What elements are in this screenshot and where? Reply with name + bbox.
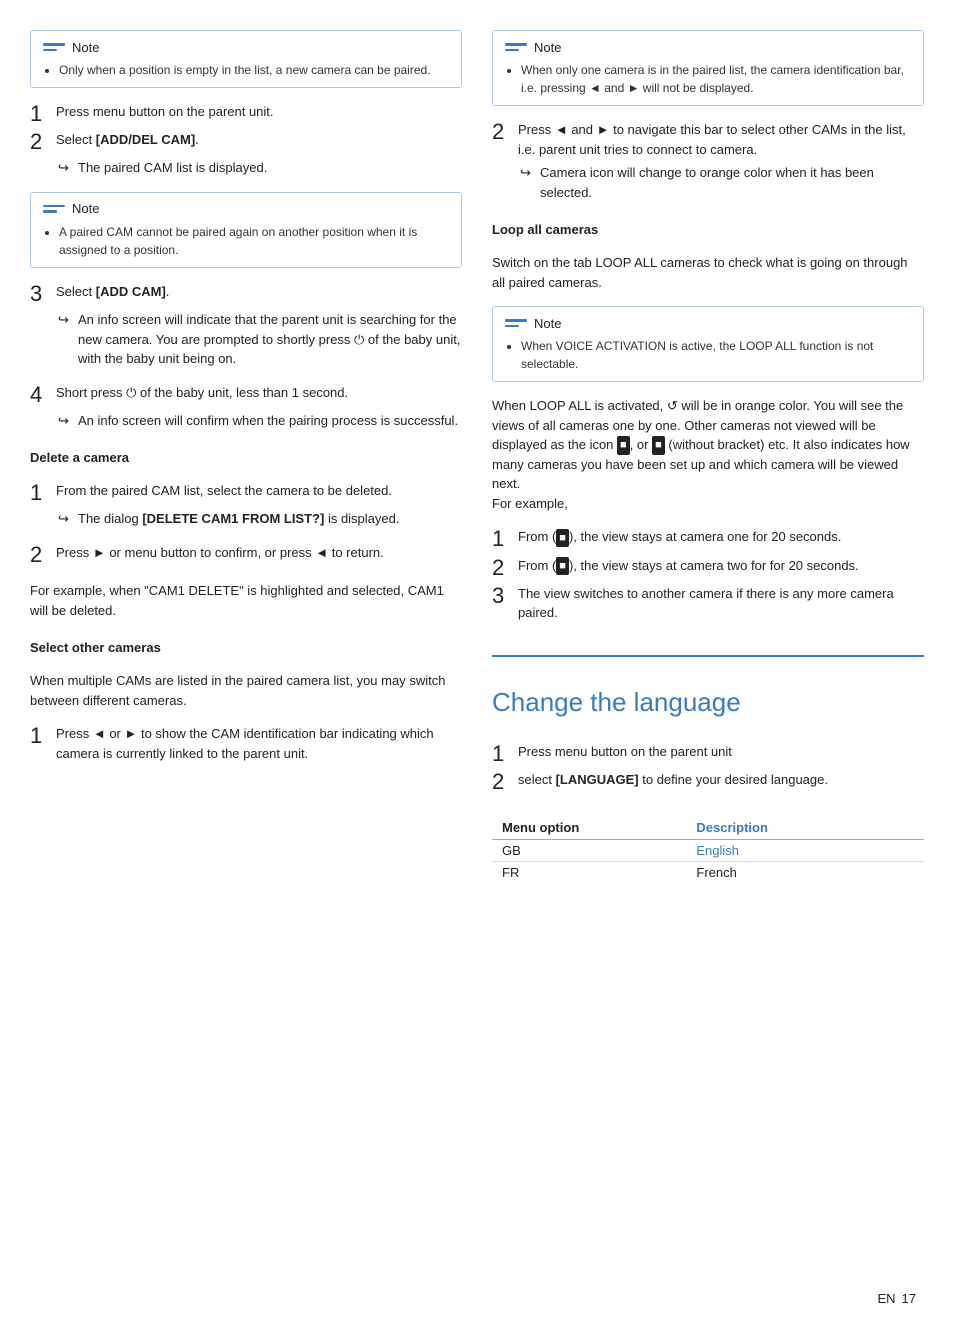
example-step-2-content: From (■𥱂), the view stays at camera two … (518, 556, 924, 576)
right-step-2-num: 2 (492, 120, 512, 144)
delete-step-1-num: 1 (30, 481, 50, 505)
delete-heading: Delete a camera (30, 450, 462, 465)
page-num: 17 (902, 1291, 916, 1306)
example-step-3-content: The view switches to another camera if t… (518, 584, 924, 623)
language-table: Menu option Description GB English FR Fr… (492, 816, 924, 883)
note-body-1: Only when a position is empty in the lis… (43, 61, 449, 79)
note-box-2: Note A paired CAM cannot be paired again… (30, 192, 462, 268)
step-3-content: Select [ADD CAM]. (56, 282, 462, 302)
change-lang-step-1-num: 1 (492, 742, 512, 766)
example-step-1-num: 1 (492, 527, 512, 551)
step-4-num: 4 (30, 383, 50, 407)
right-step-2-block: 2 Press ◄ and ► to navigate this bar to … (492, 120, 924, 202)
change-lang-step-1-content: Press menu button on the parent unit (518, 742, 924, 762)
table-row: FR French (492, 862, 924, 884)
example-step-2-row: 2 From (■𥱂), the view stays at camera tw… (492, 556, 924, 580)
step-2-num: 2 (30, 130, 50, 154)
delete-step-2-num: 2 (30, 543, 50, 567)
delete-step-2-content: Press ► or menu button to confirm, or pr… (56, 543, 462, 563)
page-number-area: EN 17 (877, 1291, 916, 1306)
table-col-desc: Description (686, 816, 924, 840)
table-cell-fr: FR (492, 862, 686, 884)
icon-cam2: ■𥱂 (652, 436, 665, 455)
step-4-block: 4 Short press ⏻ of the baby unit, less t… (30, 383, 462, 431)
example-step-1-row: 1 From (■𥱁), the view stays at camera on… (492, 527, 924, 551)
example-step-3-row: 3 The view switches to another camera if… (492, 584, 924, 623)
right-column: Note When only one camera is in the pair… (492, 30, 924, 1304)
loop-all-text: When LOOP ALL is activated, ↺ will be in… (492, 396, 924, 513)
step-2-arrow: ↪ The paired CAM list is displayed. (58, 158, 462, 178)
delete-step-1-row: 1 From the paired CAM list, select the c… (30, 481, 462, 505)
right-note-header-1: Note (505, 39, 911, 55)
page-label: EN (877, 1291, 895, 1306)
table-cell-english: English (686, 840, 924, 862)
note-box-1: Note Only when a position is empty in th… (30, 30, 462, 88)
delete-body: For example, when "CAM1 DELETE" is highl… (30, 581, 462, 620)
delete-step-1-arrow: ↪ The dialog [DELETE CAM1 FROM LIST?] is… (58, 509, 462, 529)
note-icon-1 (43, 39, 65, 55)
delete-step-2-row: 2 Press ► or menu button to confirm, or … (30, 543, 462, 567)
select-step-1-num: 1 (30, 724, 50, 748)
select-body: When multiple CAMs are listed in the pai… (30, 671, 462, 710)
step-3-num: 3 (30, 282, 50, 306)
for-example-steps: 1 From (■𥱁), the view stays at camera on… (492, 527, 924, 622)
right-note-body-1: When only one camera is in the paired li… (505, 61, 911, 97)
right-note-icon-2 (505, 315, 527, 331)
right-note-icon-1 (505, 39, 527, 55)
right-note-title-2: Note (534, 316, 561, 331)
right-note-title-1: Note (534, 40, 561, 55)
right-note-header-2: Note (505, 315, 911, 331)
right-note-body-2: When VOICE ACTIVATION is active, the LOO… (505, 337, 911, 373)
step-3-block: 3 Select [ADD CAM]. ↪ An info screen wil… (30, 282, 462, 369)
right-step-2-content: Press ◄ and ► to navigate this bar to se… (518, 120, 924, 159)
change-lang-step-2-num: 2 (492, 770, 512, 794)
note-header-2: Note (43, 201, 449, 217)
right-step-2-arrow: ↪ Camera icon will change to orange colo… (520, 163, 924, 202)
delete-step-1-content: From the paired CAM list, select the cam… (56, 481, 462, 501)
note-title-2: Note (72, 201, 99, 216)
select-step-1-content: Press ◄ or ► to show the CAM identificat… (56, 724, 462, 763)
example-step-1-content: From (■𥱁), the view stays at camera one … (518, 527, 924, 547)
section-divider (492, 655, 924, 657)
loop-heading: Loop all cameras (492, 222, 924, 237)
step-3-row: 3 Select [ADD CAM]. (30, 282, 462, 306)
step-2-row: 2 Select [ADD/DEL CAM]. (30, 130, 462, 154)
step-3-arrow: ↪ An info screen will indicate that the … (58, 310, 462, 369)
step-1-num: 1 (30, 102, 50, 126)
note-header-1: Note (43, 39, 449, 55)
example-step-2-num: 2 (492, 556, 512, 580)
step-4-row: 4 Short press ⏻ of the baby unit, less t… (30, 383, 462, 407)
delete-step-1-block: 1 From the paired CAM list, select the c… (30, 481, 462, 529)
step-4-arrow: ↪ An info screen will confirm when the p… (58, 411, 462, 431)
section-title: Change the language (492, 687, 924, 718)
delete-step-2-block: 2 Press ► or menu button to confirm, or … (30, 543, 462, 567)
add-del-steps: 1 Press menu button on the parent unit. … (30, 102, 462, 178)
select-step-1-row: 1 Press ◄ or ► to show the CAM identific… (30, 724, 462, 763)
table-row: GB English (492, 840, 924, 862)
change-lang-steps: 1 Press menu button on the parent unit 2… (492, 742, 924, 794)
step-1-row: 1 Press menu button on the parent unit. (30, 102, 462, 126)
right-note-box-2: Note When VOICE ACTIVATION is active, th… (492, 306, 924, 382)
change-lang-step-2-content: select [LANGUAGE] to define your desired… (518, 770, 924, 790)
change-lang-step-2-row: 2 select [LANGUAGE] to define your desir… (492, 770, 924, 794)
change-lang-step-1-row: 1 Press menu button on the parent unit (492, 742, 924, 766)
note-title-1: Note (72, 40, 99, 55)
right-step-2-row: 2 Press ◄ and ► to navigate this bar to … (492, 120, 924, 159)
table-cell-french: French (686, 862, 924, 884)
step-2-content: Select [ADD/DEL CAM]. (56, 130, 462, 150)
loop-body: Switch on the tab LOOP ALL cameras to ch… (492, 253, 924, 292)
example-step-3-num: 3 (492, 584, 512, 608)
table-cell-gb: GB (492, 840, 686, 862)
step-4-content: Short press ⏻ of the baby unit, less tha… (56, 383, 462, 403)
left-column: Note Only when a position is empty in th… (30, 30, 462, 1304)
step-1-content: Press menu button on the parent unit. (56, 102, 462, 122)
table-col-option: Menu option (492, 816, 686, 840)
select-step-1-block: 1 Press ◄ or ► to show the CAM identific… (30, 724, 462, 763)
select-heading: Select other cameras (30, 640, 462, 655)
icon-cam1: ■𥱁 (617, 436, 630, 455)
right-note-box-1: Note When only one camera is in the pair… (492, 30, 924, 106)
note-body-2: A paired CAM cannot be paired again on a… (43, 223, 449, 259)
note-icon-2 (43, 201, 65, 217)
